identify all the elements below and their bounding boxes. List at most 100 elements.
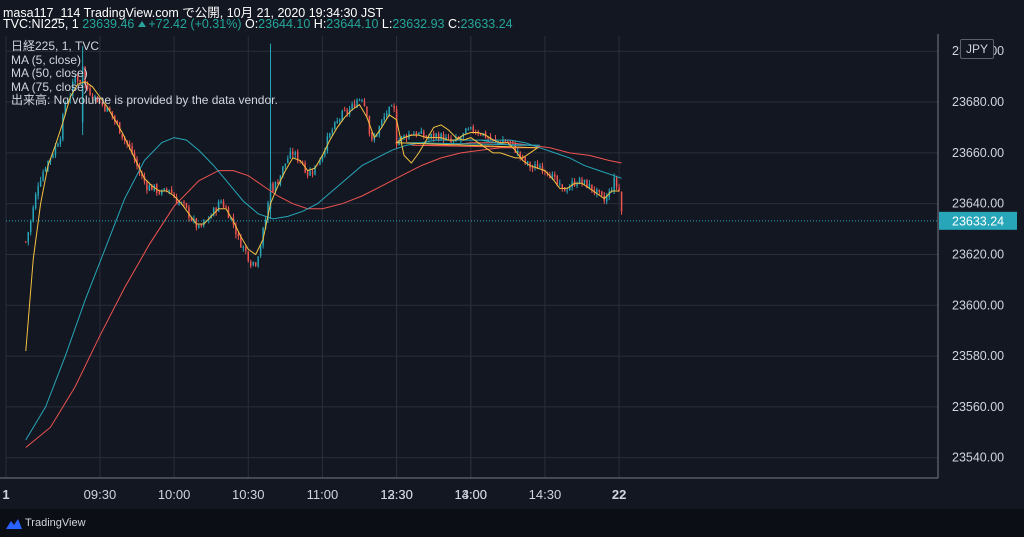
candle-body [272, 183, 274, 192]
candle-body [245, 247, 247, 252]
price-tick-label: 23600.00 [952, 298, 1004, 312]
price-tick-label: 23560.00 [952, 400, 1004, 414]
candle-body [148, 185, 151, 191]
candle-body [217, 201, 220, 212]
time-tick-label: 1 [2, 487, 9, 502]
candle-body [363, 100, 366, 106]
time-tick-label: 11:00 [307, 487, 339, 502]
time-tick-label: 22 [612, 487, 626, 502]
low-label: L: [381, 17, 393, 31]
candle-body [242, 246, 245, 248]
currency-button[interactable]: JPY [960, 39, 994, 59]
footer-bar: TradingView [0, 509, 1024, 537]
price-axis[interactable]: 23700.0023680.0023660.0023640.0023620.00… [952, 44, 1004, 464]
chart-header: masa117_114 TradingView.com で公開, 10月 21,… [0, 0, 1024, 34]
price-tick-label: 23620.00 [952, 247, 1004, 261]
legend-ma75[interactable]: MA (75, close) [11, 80, 278, 95]
time-tick-label: 10:30 [232, 487, 265, 502]
candle-body [531, 167, 534, 169]
candle-body [423, 131, 425, 137]
tradingview-logo-icon [6, 519, 22, 529]
candle-body [220, 201, 222, 203]
legend-ma5[interactable]: MA (5, close) [11, 53, 278, 68]
time-tick-label: 09:30 [84, 487, 117, 502]
candle-body [430, 134, 432, 138]
candle-body [183, 201, 185, 203]
candle-body [292, 151, 294, 155]
candle-body [618, 187, 620, 191]
price-tick-label: 23540.00 [952, 451, 1004, 465]
symbol-interval: TVC:NI225, 1 [3, 17, 79, 31]
up-arrow-icon [138, 21, 147, 27]
time-tick-label: 14:00 [454, 487, 487, 502]
candle-body [39, 180, 42, 187]
candle-body [554, 174, 556, 177]
candle-body [447, 136, 450, 138]
legend-title: 日経225, 1, TVC [11, 39, 100, 53]
candle-body [383, 116, 385, 121]
time-axis[interactable]: 1 09:30 10:00 10:30 11:00 12:30 13:0013:30 14:0… [2, 487, 626, 502]
candle-body [44, 168, 47, 172]
open-label: O: [244, 17, 259, 31]
candle-body [583, 179, 586, 183]
candle-body [329, 133, 331, 138]
candle-body [556, 175, 559, 184]
candle-body [346, 110, 348, 114]
candle-body [388, 106, 390, 115]
candle-body [615, 177, 618, 187]
candle-body [336, 120, 339, 123]
candle-body [566, 190, 568, 192]
candle-body [252, 261, 254, 266]
candle-body [59, 138, 62, 145]
high-label: H: [313, 17, 327, 31]
high-value: 23644.10 [326, 17, 379, 31]
candle-body [289, 151, 292, 158]
price-tick-label: 23660.00 [952, 146, 1004, 160]
low-value: 23632.93 [392, 17, 445, 31]
candle-body [29, 220, 32, 233]
candle-body [472, 126, 474, 132]
legend-ma50[interactable]: MA (50, close) [11, 66, 278, 81]
candle-body [601, 191, 603, 196]
candle-body [42, 172, 44, 181]
candle-body [479, 134, 482, 136]
candle-body [620, 191, 623, 212]
close-label: C: [447, 17, 461, 31]
chart-legend: 日経225, 1, TVC MA (5, close) MA (50, clos… [11, 39, 278, 108]
candle-body [34, 194, 37, 209]
candle-body [470, 126, 472, 129]
candle-body [343, 109, 346, 111]
candle-body [168, 189, 170, 192]
candle-body [294, 152, 296, 155]
candle-body [509, 141, 512, 143]
price-tick-label: 23580.00 [952, 349, 1004, 363]
candle-body [25, 241, 27, 243]
price-tick-label: 23680.00 [952, 95, 1004, 109]
candle-body [465, 128, 467, 134]
candle-body [526, 161, 529, 164]
ohlc-line: TVC:NI225, 1 23639.46 +72.42 (+0.31%) O:2… [3, 17, 513, 31]
candle-body [366, 106, 368, 116]
candle-body [170, 189, 173, 194]
candle-body [358, 99, 361, 101]
candle-body [200, 224, 203, 227]
candle-body [561, 184, 563, 188]
candle-body [559, 183, 561, 185]
tradingview-brand: TradingView [25, 517, 86, 529]
candle-body [353, 103, 356, 108]
candle-body [247, 251, 250, 262]
candle-body [158, 192, 161, 194]
candle-body [541, 165, 544, 172]
candle-body [165, 188, 168, 191]
candle-body [57, 144, 59, 147]
candle-body [331, 129, 334, 133]
candle-body [259, 245, 262, 256]
open-value: 23644.10 [258, 17, 311, 31]
candle-body [341, 110, 343, 121]
candle-body [37, 186, 39, 196]
candle-body [52, 155, 54, 158]
candle-body [613, 177, 615, 191]
candle-body [62, 114, 64, 140]
candle-body [437, 133, 440, 141]
candle-body [338, 119, 341, 122]
